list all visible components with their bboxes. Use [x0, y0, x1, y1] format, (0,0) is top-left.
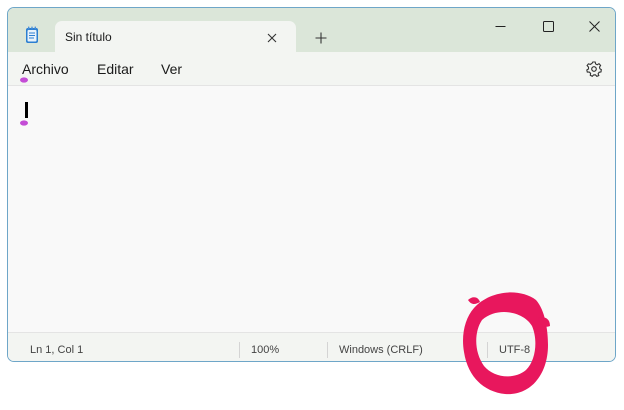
zoom-level[interactable]: 100%: [251, 344, 279, 356]
status-divider: [487, 342, 488, 358]
notepad-window: Sin título Archivo Editar Ver Ln 1, Col …: [7, 7, 616, 362]
notepad-app-icon: [25, 26, 39, 44]
settings-button[interactable]: [584, 59, 604, 79]
tab-sin-titulo[interactable]: Sin título: [55, 21, 296, 52]
gear-icon: [586, 61, 602, 77]
line-ending[interactable]: Windows (CRLF): [339, 344, 423, 356]
tab-title: Sin título: [65, 30, 112, 44]
close-tab-button[interactable]: [261, 27, 283, 49]
status-divider: [239, 342, 240, 358]
minimize-icon: [495, 25, 505, 27]
close-icon: [588, 20, 600, 32]
encoding[interactable]: UTF-8: [499, 344, 530, 356]
menu-ver[interactable]: Ver: [161, 61, 182, 77]
title-bar[interactable]: Sin título: [8, 8, 615, 52]
status-bar: Ln 1, Col 1 100% Windows (CRLF) UTF-8: [8, 332, 615, 361]
maximize-icon: [542, 20, 554, 32]
close-icon: [267, 33, 277, 43]
menu-archivo[interactable]: Archivo: [22, 61, 69, 77]
maximize-button[interactable]: [528, 13, 568, 39]
menu-bar: Archivo Editar Ver: [8, 52, 615, 86]
minimize-button[interactable]: [480, 13, 520, 39]
cursor-position[interactable]: Ln 1, Col 1: [30, 344, 83, 356]
new-tab-button[interactable]: [310, 27, 332, 49]
text-editor[interactable]: [8, 86, 615, 331]
text-caret: [25, 102, 28, 118]
plus-icon: [315, 32, 327, 44]
close-window-button[interactable]: [574, 13, 614, 39]
status-divider: [327, 342, 328, 358]
menu-editar[interactable]: Editar: [97, 61, 134, 77]
